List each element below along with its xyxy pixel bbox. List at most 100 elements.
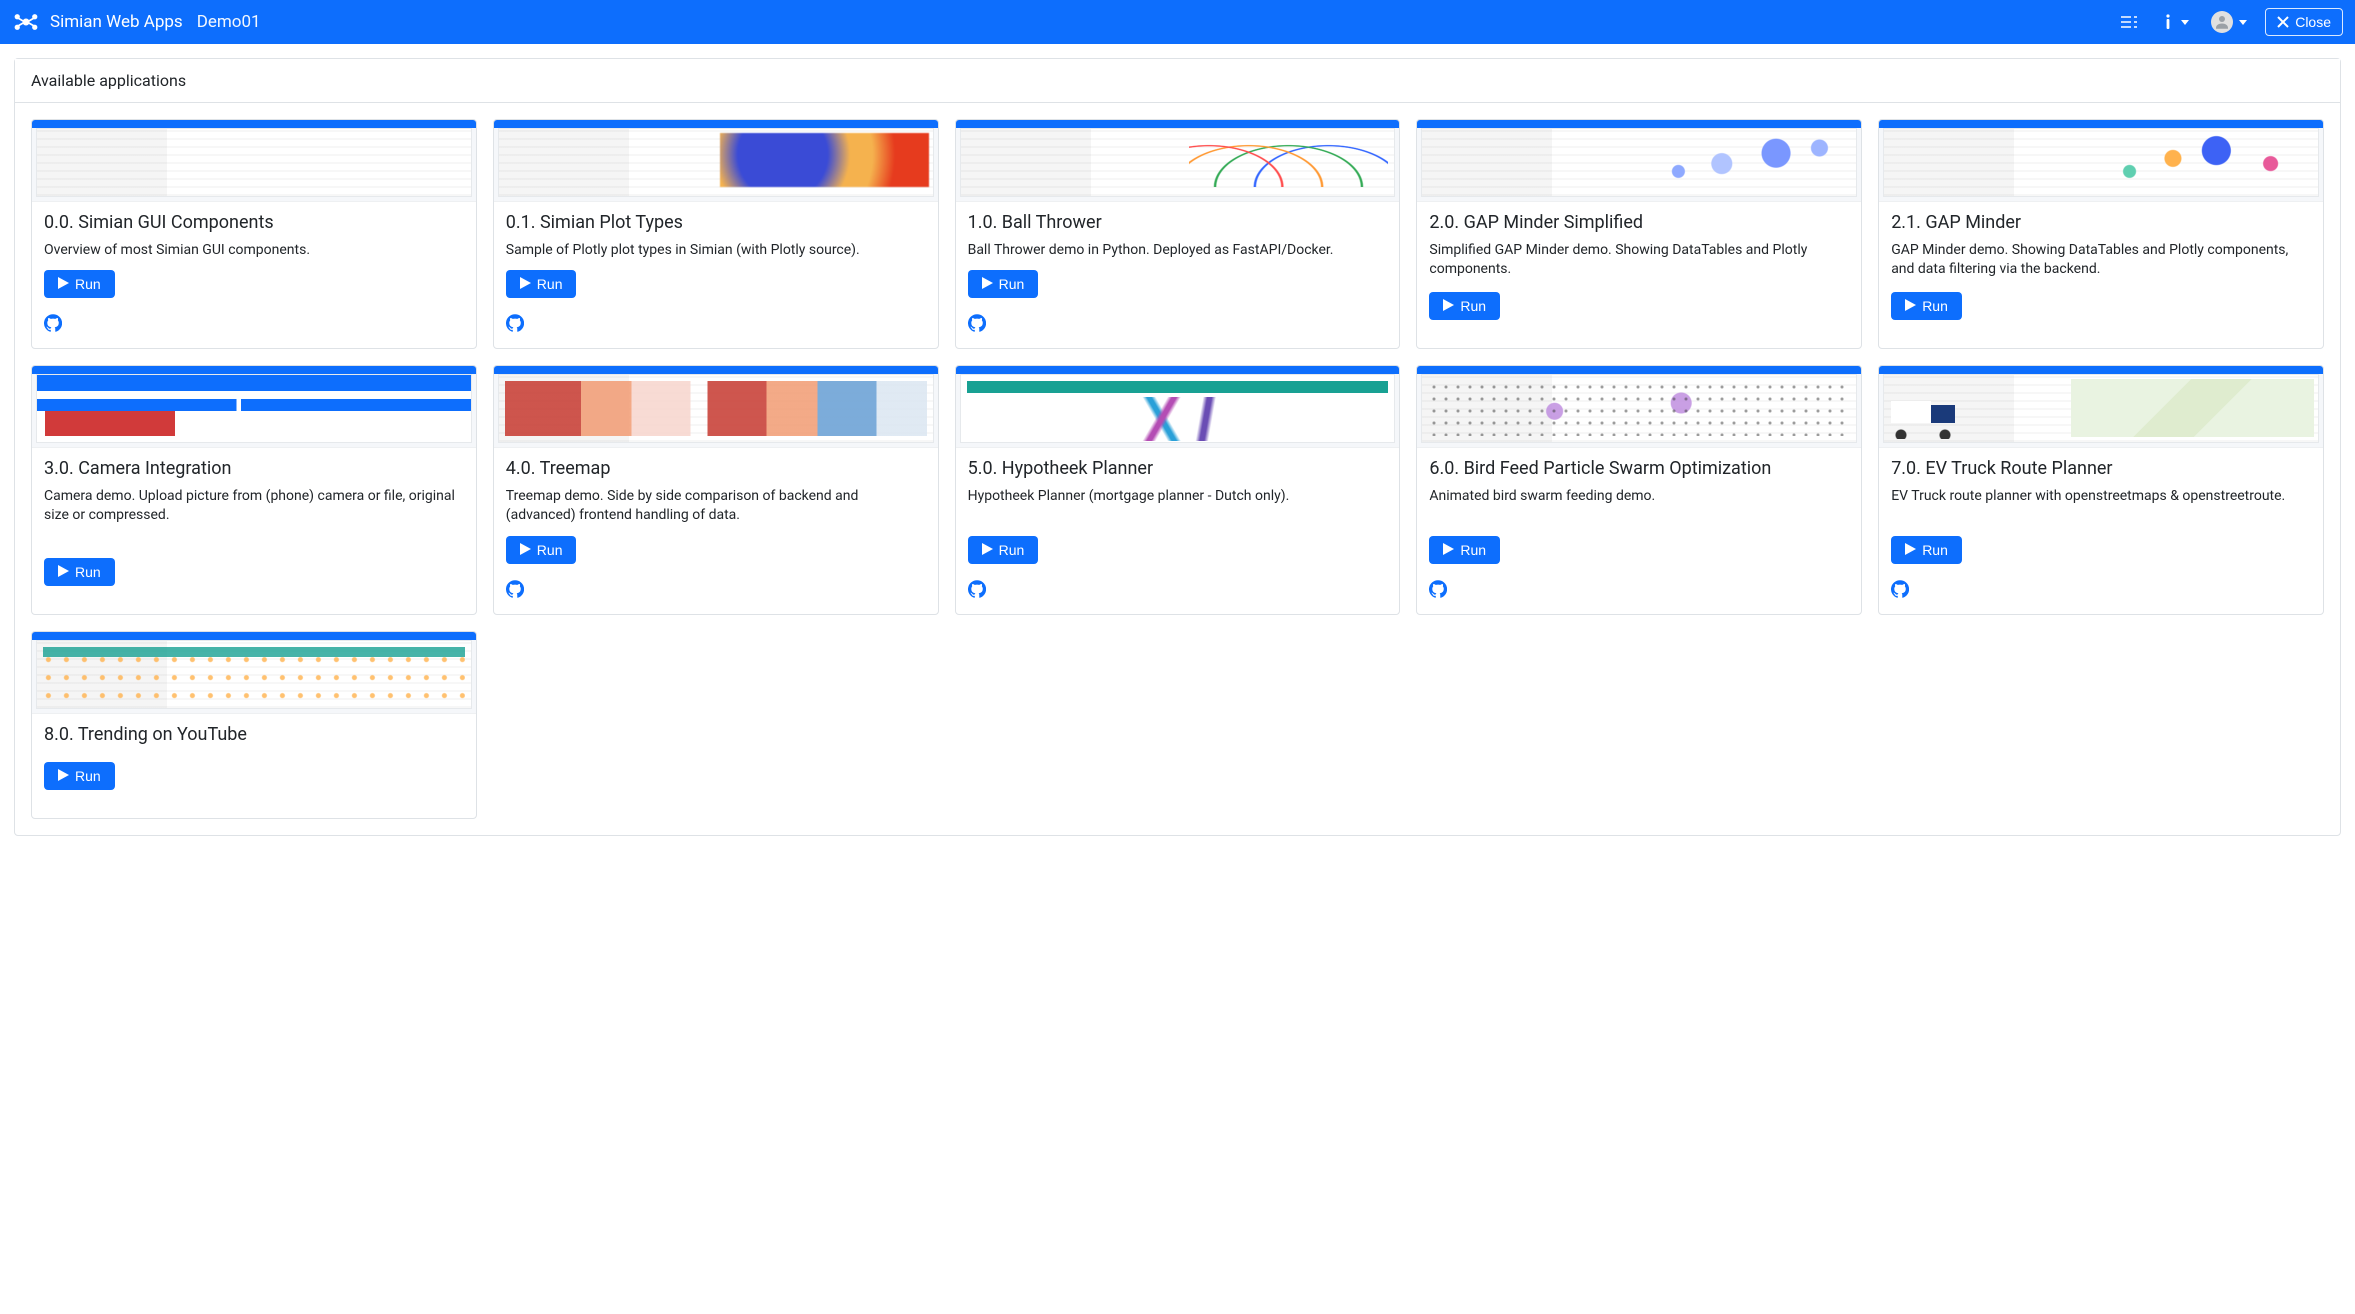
app-description: EV Truck route planner with openstreetma… [1891,487,2311,526]
app-title: 1.0. Ball Thrower [968,212,1388,235]
user-menu-button[interactable] [2207,7,2251,37]
run-button[interactable]: Run [44,558,115,586]
play-icon [58,564,69,580]
run-button[interactable]: Run [44,762,115,790]
run-button-label: Run [75,276,101,292]
app-card-body: 6.0. Bird Feed Particle Swarm Optimizati… [1417,448,1861,572]
play-icon [1905,298,1916,314]
panel-title: Available applications [15,59,2340,103]
github-link[interactable] [968,580,986,602]
app-card-footer [32,594,476,614]
app-thumbnail [956,366,1400,448]
app-card-footer [494,572,938,614]
app-thumbnail [32,366,476,448]
github-link[interactable] [1891,580,1909,602]
app-thumbnail [1417,366,1861,448]
form-view-button[interactable] [2115,10,2143,34]
app-thumbnail [1417,120,1861,202]
github-icon [1429,580,1447,602]
close-button-label: Close [2295,14,2331,30]
app-card: 0.1. Simian Plot Types Sample of Plotly p… [493,119,939,349]
play-icon [1443,542,1454,558]
app-card-body: 3.0. Camera IntegrationCamera demo. Uplo… [32,448,476,594]
run-button[interactable]: Run [506,536,577,564]
app-card-footer [1417,572,1861,614]
app-card-body: 1.0. Ball ThrowerBall Thrower demo in Py… [956,202,1400,306]
app-description: Overview of most Simian GUI components. [44,241,464,261]
app-card: 5.0. Hypotheek PlannerHypotheek Planner … [955,365,1401,615]
app-card-body: 0.1. Simian Plot Types Sample of Plotly p… [494,202,938,306]
app-description: Treemap demo. Side by side comparison of… [506,487,926,526]
app-card-footer [494,306,938,348]
app-card-footer [32,798,476,818]
run-button-label: Run [1922,298,1948,314]
avatar-icon [2211,11,2233,33]
run-button-label: Run [537,276,563,292]
app-description: Hypotheek Planner (mortgage planner - Du… [968,487,1388,526]
app-card-footer [1417,328,1861,348]
app-title: 2.0. GAP Minder Simplified [1429,212,1849,235]
run-button[interactable]: Run [1891,536,1962,564]
app-thumbnail [1879,120,2323,202]
app-card-body: 8.0. Trending on YouTubeRun [32,714,476,799]
apps-grid: 0.0. Simian GUI ComponentsOverview of mo… [15,103,2340,835]
topbar-right: Close [2115,7,2343,37]
app-card: 4.0. TreemapTreemap demo. Side by side c… [493,365,939,615]
github-link[interactable] [506,580,524,602]
run-button-label: Run [999,276,1025,292]
app-card-footer [956,306,1400,348]
app-card: 2.1. GAP Minder GAP Minder demo. Showing … [1878,119,2324,349]
app-description: Sample of Plotly plot types in Simian (w… [506,241,926,261]
app-title: 3.0. Camera Integration [44,458,464,481]
app-card-body: 7.0. EV Truck Route PlannerEV Truck rout… [1879,448,2323,572]
app-thumbnail [1879,366,2323,448]
content-area: Available applications 0.0. Simian GUI C… [0,44,2355,866]
github-icon [968,580,986,602]
github-link[interactable] [44,314,62,336]
app-card: 0.0. Simian GUI ComponentsOverview of mo… [31,119,477,349]
play-icon [1905,542,1916,558]
github-link[interactable] [968,314,986,336]
github-icon [506,314,524,336]
app-card-body: 2.0. GAP Minder Simplified Simplified GAP… [1417,202,1861,328]
app-card: 2.0. GAP Minder Simplified Simplified GAP… [1416,119,1862,349]
app-description: Simplified GAP Minder demo. Showing Data… [1429,241,1849,283]
close-button[interactable]: Close [2265,8,2343,36]
play-icon [520,542,531,558]
run-button[interactable]: Run [968,270,1039,298]
run-button[interactable]: Run [1429,536,1500,564]
github-link[interactable] [506,314,524,336]
run-button[interactable]: Run [1429,292,1500,320]
github-link[interactable] [1429,580,1447,602]
brand-logo-icon [12,8,40,36]
info-dropdown-button[interactable] [2157,9,2193,35]
run-button[interactable]: Run [506,270,577,298]
app-card-body: 4.0. TreemapTreemap demo. Side by side c… [494,448,938,572]
app-card: 1.0. Ball ThrowerBall Thrower demo in Py… [955,119,1401,349]
run-button-label: Run [75,564,101,580]
app-card: 8.0. Trending on YouTubeRun [31,631,477,820]
play-icon [520,276,531,292]
app-thumbnail [32,632,476,714]
run-button[interactable]: Run [968,536,1039,564]
github-icon [968,314,986,336]
github-icon [1891,580,1909,602]
play-icon [58,768,69,784]
app-card: 3.0. Camera IntegrationCamera demo. Uplo… [31,365,477,615]
brand-subtitle: Demo01 [197,12,261,32]
run-button[interactable]: Run [44,270,115,298]
app-card-body: 5.0. Hypotheek PlannerHypotheek Planner … [956,448,1400,572]
app-title: 2.1. GAP Minder [1891,212,2311,235]
apps-panel: Available applications 0.0. Simian GUI C… [14,58,2341,836]
app-card: 6.0. Bird Feed Particle Swarm Optimizati… [1416,365,1862,615]
app-card-footer [32,306,476,348]
play-icon [982,276,993,292]
app-card-body: 2.1. GAP Minder GAP Minder demo. Showing … [1879,202,2323,328]
app-card: 7.0. EV Truck Route PlannerEV Truck rout… [1878,365,2324,615]
app-description: GAP Minder demo. Showing DataTables and … [1891,241,2311,283]
app-title: 6.0. Bird Feed Particle Swarm Optimizati… [1429,458,1849,481]
app-title: 0.1. Simian Plot Types [506,212,926,235]
run-button-label: Run [75,768,101,784]
run-button[interactable]: Run [1891,292,1962,320]
caret-down-icon [2239,20,2247,25]
